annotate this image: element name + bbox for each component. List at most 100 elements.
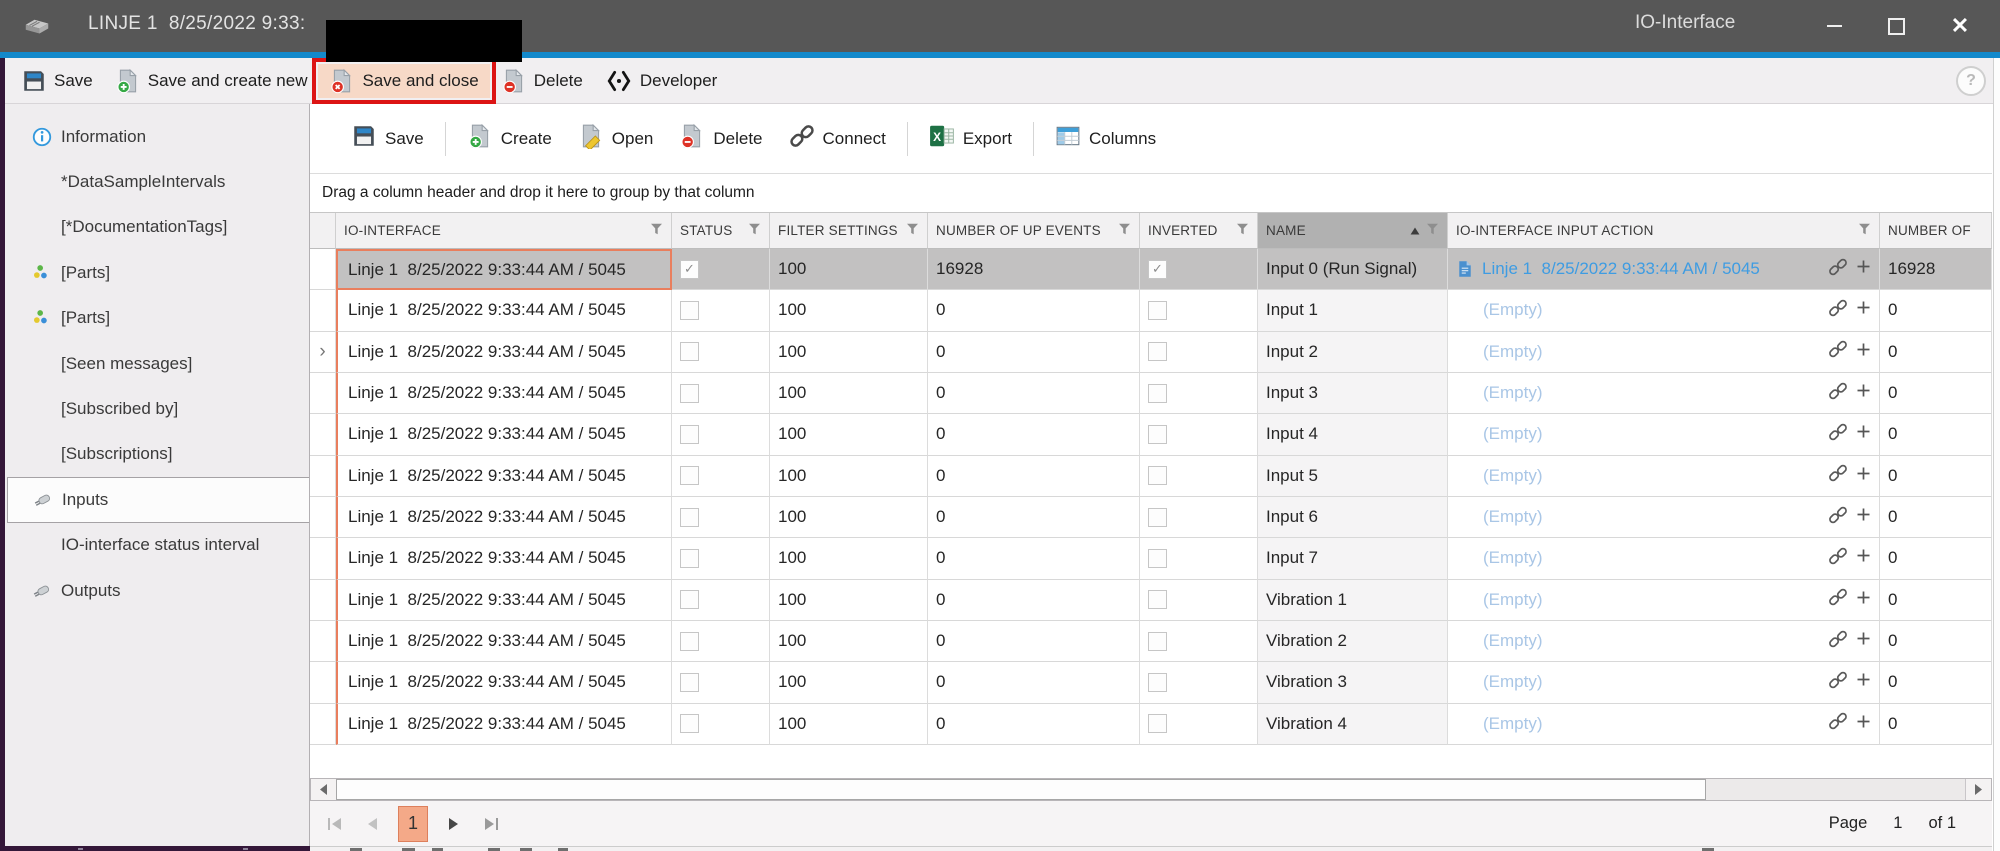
inverted-checkbox[interactable] — [1148, 301, 1167, 320]
row-expander-icon[interactable]: › — [319, 341, 325, 363]
table-row[interactable]: Linje 1 8/25/2022 9:33:44 AM / 50451000I… — [310, 538, 1992, 579]
inverted-checkbox[interactable] — [1148, 260, 1167, 279]
sidebar-item-parts-1[interactable]: [Parts] — [5, 250, 309, 295]
add-icon[interactable] — [1856, 672, 1871, 692]
link-icon[interactable] — [1828, 670, 1848, 695]
last-page-button[interactable] — [480, 809, 502, 839]
table-row[interactable]: Linje 1 8/25/2022 9:33:44 AM / 50451000V… — [310, 580, 1992, 621]
help-icon[interactable]: ? — [1956, 66, 1986, 96]
previous-page-button[interactable] — [361, 809, 383, 839]
columns-button[interactable]: Columns — [1042, 119, 1169, 158]
inverted-checkbox[interactable] — [1148, 384, 1167, 403]
save-and-close-button[interactable]: Save and close — [318, 64, 489, 98]
add-icon[interactable] — [1856, 300, 1871, 320]
status-checkbox[interactable] — [680, 301, 699, 320]
link-icon[interactable] — [1828, 587, 1848, 612]
add-icon[interactable] — [1856, 631, 1871, 651]
table-row[interactable]: Linje 1 8/25/2022 9:33:44 AM / 50451000I… — [310, 414, 1992, 455]
inverted-checkbox[interactable] — [1148, 632, 1167, 651]
save-button[interactable]: Save — [10, 64, 104, 98]
group-by-bar[interactable]: Drag a column header and drop it here to… — [310, 174, 1992, 213]
link-icon[interactable] — [1828, 711, 1848, 736]
add-icon[interactable] — [1856, 342, 1871, 362]
status-checkbox[interactable] — [680, 714, 699, 733]
inverted-checkbox[interactable] — [1148, 590, 1167, 609]
scrollbar-thumb[interactable] — [336, 779, 1706, 800]
column-header-action[interactable]: IO-INTERFACE INPUT ACTION — [1448, 213, 1880, 249]
filter-icon[interactable] — [1118, 223, 1131, 238]
scroll-left-button[interactable] — [311, 779, 337, 800]
table-row[interactable]: Linje 1 8/25/2022 9:33:44 AM / 50451000V… — [310, 662, 1992, 703]
scroll-right-button[interactable] — [1965, 779, 1991, 800]
developer-button[interactable]: Developer — [594, 64, 729, 98]
add-icon[interactable] — [1856, 259, 1871, 279]
status-checkbox[interactable] — [680, 384, 699, 403]
minimize-button[interactable] — [1812, 0, 1856, 52]
sidebar-item-documentation-tags[interactable]: [*DocumentationTags] — [5, 205, 309, 250]
inverted-checkbox[interactable] — [1148, 342, 1167, 361]
link-icon[interactable] — [1828, 422, 1848, 447]
link-icon[interactable] — [1828, 463, 1848, 488]
column-header-io[interactable]: IO-INTERFACE — [336, 213, 672, 249]
add-icon[interactable] — [1856, 383, 1871, 403]
column-header-number[interactable]: NUMBER OF — [1880, 213, 1992, 249]
inverted-checkbox[interactable] — [1148, 714, 1167, 733]
sidebar-item-subscriptions[interactable]: [Subscriptions] — [5, 432, 309, 477]
filter-icon[interactable] — [1426, 223, 1439, 238]
next-page-button[interactable] — [443, 809, 465, 839]
current-page-button[interactable]: 1 — [398, 806, 428, 842]
filter-icon[interactable] — [1236, 223, 1249, 238]
inverted-checkbox[interactable] — [1148, 466, 1167, 485]
sidebar-item-parts-2[interactable]: [Parts] — [5, 296, 309, 341]
inverted-checkbox[interactable] — [1148, 673, 1167, 692]
add-icon[interactable] — [1856, 424, 1871, 444]
save-button[interactable]: Save — [338, 119, 437, 158]
column-header-filter_settings[interactable]: FILTER SETTINGS — [770, 213, 928, 249]
sidebar-item-data-sample-intervals[interactable]: *DataSampleIntervals — [5, 159, 309, 204]
table-row[interactable]: Linje 1 8/25/2022 9:33:44 AM / 50451000I… — [310, 373, 1992, 414]
link-icon[interactable] — [1828, 339, 1848, 364]
table-row[interactable]: Linje 1 8/25/2022 9:33:44 AM / 504510016… — [310, 249, 1992, 290]
status-checkbox[interactable] — [680, 342, 699, 361]
status-checkbox[interactable] — [680, 632, 699, 651]
column-header-up_events[interactable]: NUMBER OF UP EVENTS — [928, 213, 1140, 249]
create-button[interactable]: Create — [454, 119, 565, 158]
status-checkbox[interactable] — [680, 508, 699, 527]
filter-icon[interactable] — [906, 223, 919, 238]
connect-button[interactable]: Connect — [776, 119, 899, 158]
add-icon[interactable] — [1856, 590, 1871, 610]
add-icon[interactable] — [1856, 507, 1871, 527]
status-checkbox[interactable] — [680, 425, 699, 444]
delete-button[interactable]: Delete — [490, 64, 594, 98]
status-checkbox[interactable] — [680, 673, 699, 692]
sidebar-item-information[interactable]: Information — [5, 114, 309, 159]
sidebar-item-inputs[interactable]: Inputs — [7, 477, 309, 522]
add-icon[interactable] — [1856, 714, 1871, 734]
filter-icon[interactable] — [748, 223, 761, 238]
horizontal-scrollbar[interactable] — [310, 778, 1992, 801]
save-and-create-new-button[interactable]: Save and create new — [104, 64, 319, 98]
table-row[interactable]: Linje 1 8/25/2022 9:33:44 AM / 50451000I… — [310, 456, 1992, 497]
status-checkbox[interactable] — [680, 466, 699, 485]
add-icon[interactable] — [1856, 548, 1871, 568]
export-button[interactable]: XExport — [916, 119, 1025, 158]
link-icon[interactable] — [1828, 381, 1848, 406]
link-icon[interactable] — [1828, 629, 1848, 654]
inverted-checkbox[interactable] — [1148, 549, 1167, 568]
link-icon[interactable] — [1828, 257, 1848, 282]
column-header-status[interactable]: STATUS — [672, 213, 770, 249]
link-icon[interactable] — [1828, 505, 1848, 530]
sidebar-item-subscribed-by[interactable]: [Subscribed by] — [5, 386, 309, 431]
column-header-name[interactable]: NAME — [1258, 213, 1448, 249]
first-page-button[interactable] — [324, 809, 346, 839]
sidebar-item-outputs[interactable]: Outputs — [5, 568, 309, 613]
filter-icon[interactable] — [650, 223, 663, 238]
filter-icon[interactable] — [1858, 223, 1871, 238]
maximize-button[interactable] — [1874, 0, 1918, 52]
inverted-checkbox[interactable] — [1148, 508, 1167, 527]
column-header-marker[interactable] — [310, 213, 336, 249]
close-button[interactable]: ✕ — [1938, 0, 1982, 52]
open-button[interactable]: Open — [565, 119, 667, 158]
status-checkbox[interactable] — [680, 260, 699, 279]
column-header-inverted[interactable]: INVERTED — [1140, 213, 1258, 249]
